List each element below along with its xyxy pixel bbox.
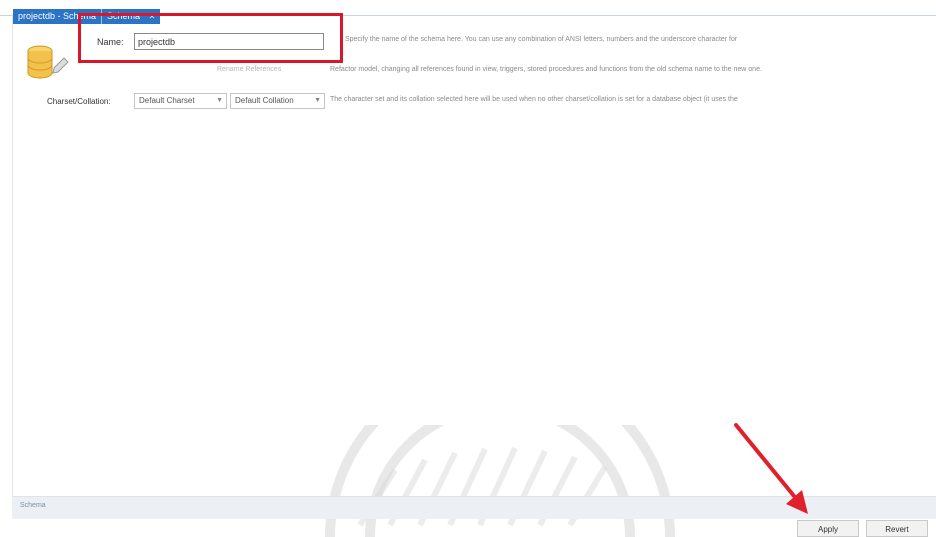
chevron-down-icon: ▼ [216,97,223,104]
collation-select[interactable]: Default Collation ▼ [230,93,325,109]
panel-border [12,16,13,496]
apply-button[interactable]: Apply [797,520,859,537]
rename-references-button[interactable]: Rename References [217,66,281,73]
highlight-box [78,13,343,63]
watermark-logo [325,425,675,537]
charset-value: Default Charset [139,96,195,105]
charset-description: The character set and its collation sele… [330,96,738,103]
revert-button[interactable]: Revert [866,520,928,537]
charset-collation-label: Charset/Collation: [47,97,111,106]
charset-select[interactable]: Default Charset ▼ [134,93,227,109]
chevron-down-icon: ▼ [314,97,321,104]
rename-description: Refactor model, changing all references … [330,66,762,73]
collation-value: Default Collation [235,96,294,105]
database-icon [27,45,69,79]
name-description: Specify the name of the schema here. You… [345,36,738,43]
arrow-icon [734,423,808,514]
tab-schema-bottom[interactable]: Schema [20,502,46,509]
